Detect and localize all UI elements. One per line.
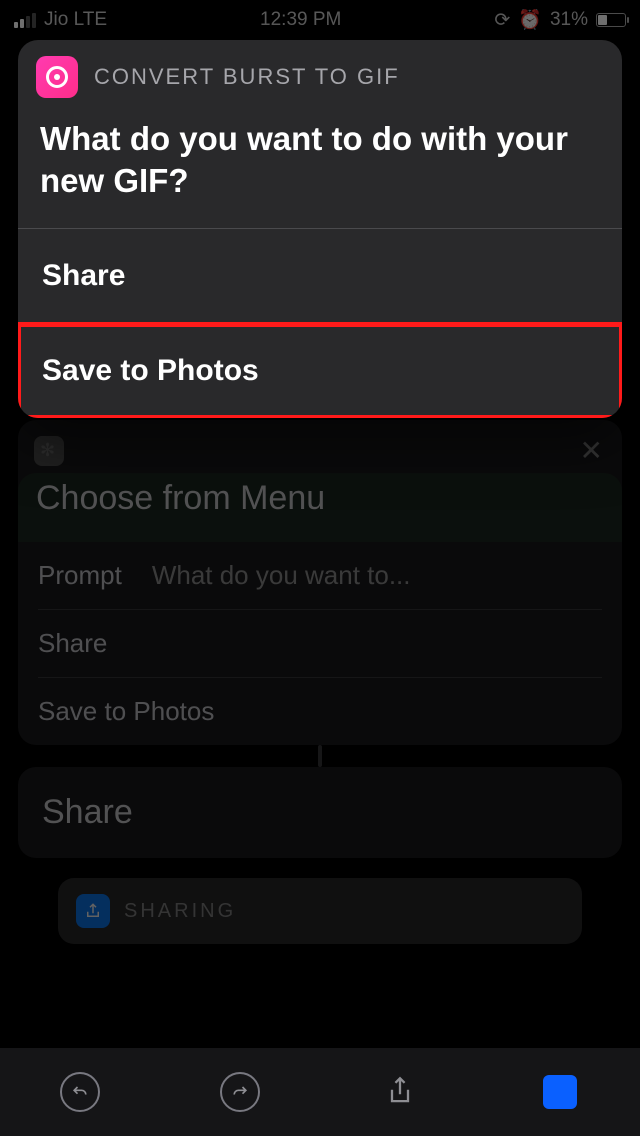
stop-icon [543, 1075, 577, 1109]
redo-button[interactable] [216, 1068, 264, 1116]
popup-option-share[interactable]: Share [18, 229, 622, 323]
undo-icon [60, 1072, 100, 1112]
shortcut-app-icon [36, 56, 78, 98]
popup-option-save-to-photos[interactable]: Save to Photos [18, 324, 622, 418]
undo-button[interactable] [56, 1068, 104, 1116]
menu-popup: CONVERT BURST TO GIF What do you want to… [18, 40, 622, 418]
share-up-icon [386, 1076, 414, 1108]
popup-prompt-text: What do you want to do with your new GIF… [18, 114, 622, 228]
share-button[interactable] [376, 1068, 424, 1116]
stop-button[interactable] [536, 1068, 584, 1116]
bottom-toolbar [0, 1048, 640, 1136]
redo-icon [220, 1072, 260, 1112]
shortcut-name-label: CONVERT BURST TO GIF [94, 64, 400, 90]
